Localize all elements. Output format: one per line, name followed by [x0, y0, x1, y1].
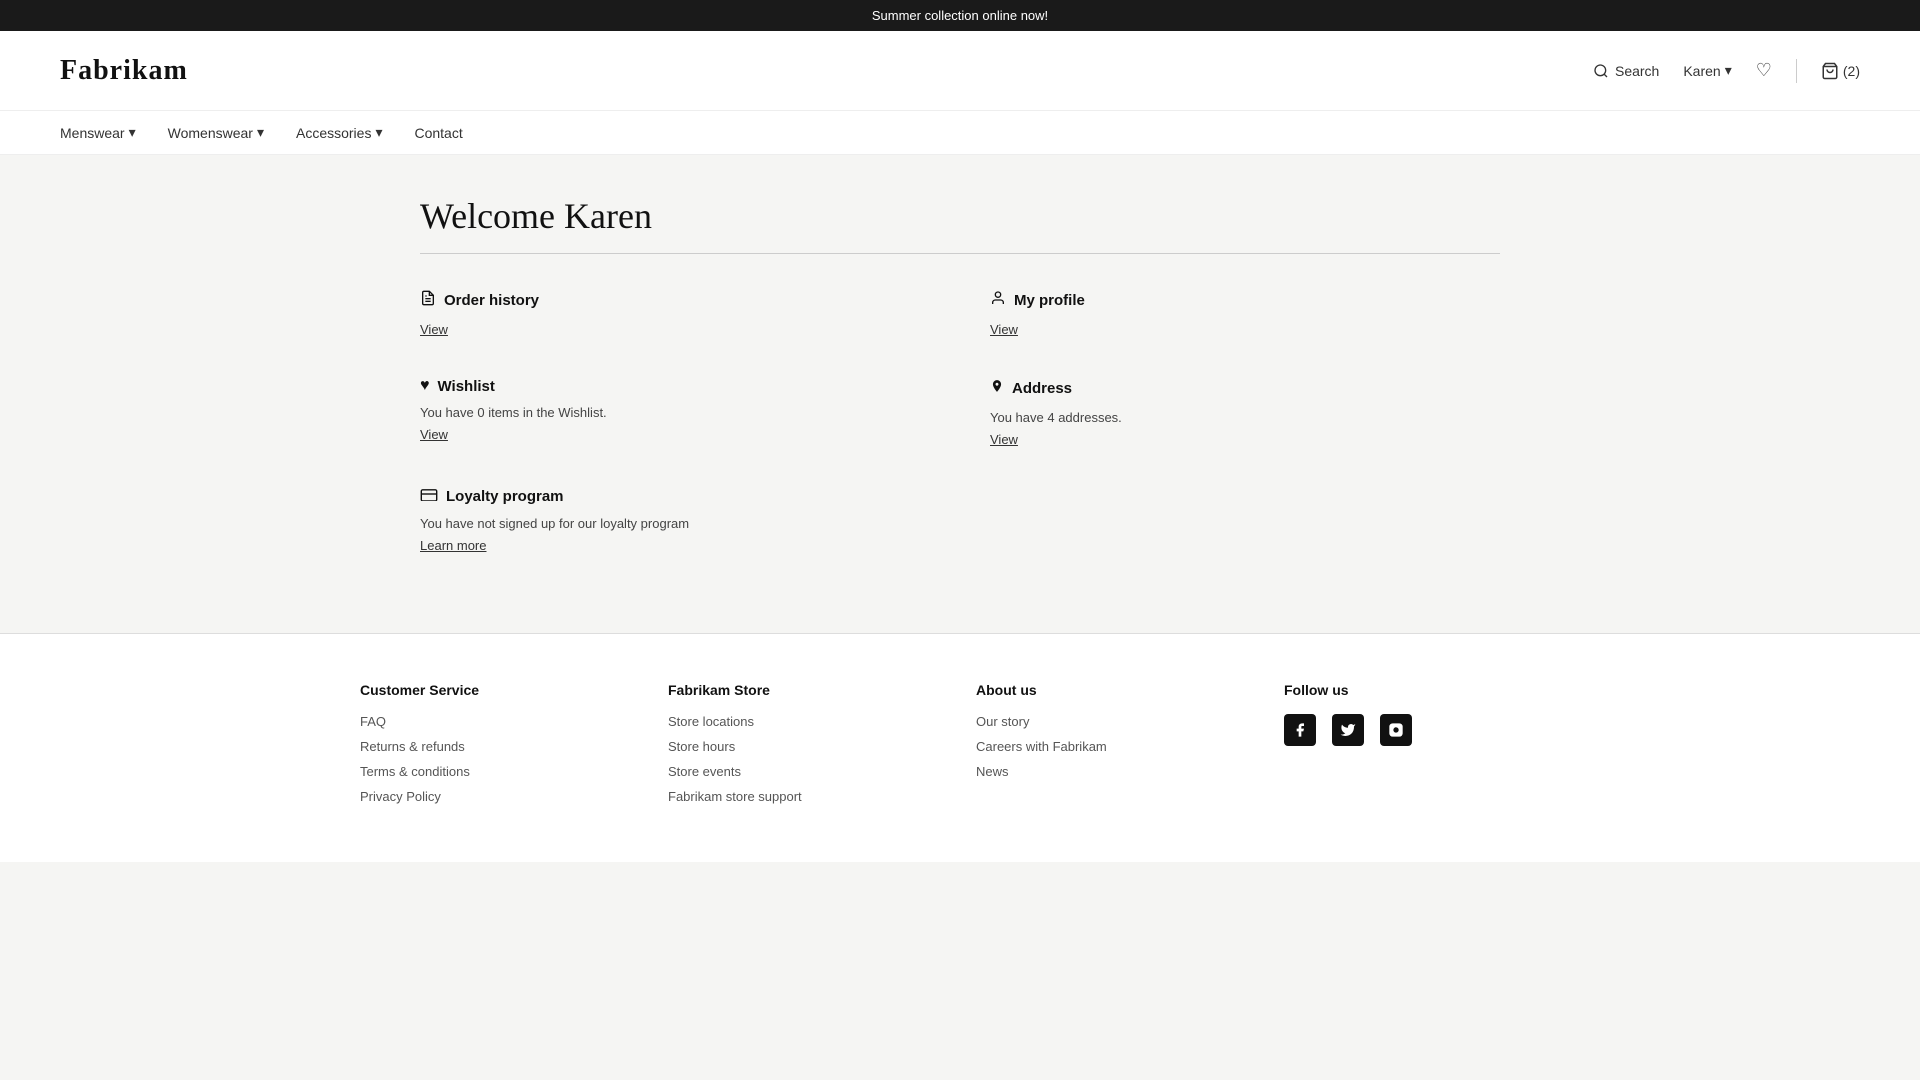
- footer-col-about-us: About us Our story Careers with Fabrikam…: [976, 682, 1252, 814]
- nav-label-accessories: Accessories: [296, 125, 371, 141]
- loyalty-icon: [420, 487, 438, 506]
- wishlist-title: Wishlist: [438, 378, 495, 395]
- footer-title-follow-us: Follow us: [1284, 682, 1560, 698]
- footer-title-fabrikam-store: Fabrikam Store: [668, 682, 944, 698]
- loyalty-learn-more-link[interactable]: Learn more: [420, 538, 486, 553]
- footer-col-fabrikam-store: Fabrikam Store Store locations Store hou…: [668, 682, 944, 814]
- profile-icon: [990, 290, 1006, 311]
- header-actions: Search Karen ▾ ♡ (2): [1593, 59, 1860, 83]
- footer-link-news[interactable]: News: [976, 764, 1252, 779]
- instagram-icon[interactable]: [1380, 714, 1412, 746]
- nav-item-womenswear[interactable]: Womenswear ▾: [168, 124, 264, 141]
- footer-link-careers[interactable]: Careers with Fabrikam: [976, 739, 1252, 754]
- footer-link-our-story[interactable]: Our story: [976, 714, 1252, 729]
- address-view-link[interactable]: View: [990, 432, 1018, 447]
- chevron-down-icon: ▾: [257, 124, 264, 141]
- nav-label-womenswear: Womenswear: [168, 125, 253, 141]
- footer-title-customer-service: Customer Service: [360, 682, 636, 698]
- footer-link-store-events[interactable]: Store events: [668, 764, 944, 779]
- footer-link-privacy[interactable]: Privacy Policy: [360, 789, 636, 804]
- user-menu-button[interactable]: Karen ▾: [1683, 62, 1731, 79]
- footer-col-customer-service: Customer Service FAQ Returns & refunds T…: [360, 682, 636, 814]
- nav-item-accessories[interactable]: Accessories ▾: [296, 124, 383, 141]
- my-profile-view-link[interactable]: View: [990, 322, 1018, 337]
- facebook-icon[interactable]: [1284, 714, 1316, 746]
- content-divider: [420, 253, 1500, 254]
- my-profile-heading: My profile: [990, 290, 1500, 311]
- main-nav: Menswear ▾ Womenswear ▾ Accessories ▾ Co…: [0, 111, 1920, 155]
- nav-label-contact: Contact: [414, 125, 462, 141]
- address-heading: Address: [990, 377, 1500, 400]
- footer-title-about-us: About us: [976, 682, 1252, 698]
- footer-link-returns[interactable]: Returns & refunds: [360, 739, 636, 754]
- top-banner: Summer collection online now!: [0, 0, 1920, 31]
- order-history-section: Order history View: [420, 290, 930, 337]
- header-divider: [1796, 59, 1797, 83]
- cart-button[interactable]: (2): [1821, 62, 1860, 80]
- chevron-down-icon: ▾: [1725, 62, 1732, 79]
- chevron-down-icon: ▾: [375, 124, 382, 141]
- user-name: Karen: [1683, 63, 1720, 79]
- nav-item-menswear[interactable]: Menswear ▾: [60, 124, 136, 141]
- search-label: Search: [1615, 63, 1659, 79]
- wishlist-description: You have 0 items in the Wishlist.: [420, 405, 930, 420]
- footer-link-store-support[interactable]: Fabrikam store support: [668, 789, 944, 804]
- loyalty-section: Loyalty program You have not signed up f…: [420, 487, 930, 553]
- search-icon: [1593, 63, 1609, 79]
- loyalty-heading: Loyalty program: [420, 487, 930, 506]
- footer: Customer Service FAQ Returns & refunds T…: [0, 633, 1920, 862]
- order-history-title: Order history: [444, 292, 539, 309]
- wishlist-view-link[interactable]: View: [420, 427, 448, 442]
- location-pin-icon: [990, 377, 1004, 400]
- order-history-icon: [420, 290, 436, 311]
- order-history-heading: Order history: [420, 290, 930, 311]
- wishlist-section: ♥ Wishlist You have 0 items in the Wishl…: [420, 377, 930, 447]
- order-history-view-link[interactable]: View: [420, 322, 448, 337]
- welcome-title: Welcome Karen: [420, 195, 1500, 237]
- banner-text: Summer collection online now!: [872, 8, 1048, 23]
- main-content: Welcome Karen Order history View: [360, 155, 1560, 633]
- search-button[interactable]: Search: [1593, 63, 1659, 79]
- my-profile-title: My profile: [1014, 292, 1085, 309]
- address-description: You have 4 addresses.: [990, 410, 1500, 425]
- chevron-down-icon: ▾: [129, 124, 136, 141]
- logo[interactable]: Fabrikam: [60, 55, 188, 87]
- nav-item-contact[interactable]: Contact: [414, 125, 462, 141]
- footer-link-terms[interactable]: Terms & conditions: [360, 764, 636, 779]
- loyalty-description: You have not signed up for our loyalty p…: [420, 516, 930, 531]
- heart-filled-icon: ♥: [420, 377, 430, 395]
- wishlist-heading: ♥ Wishlist: [420, 377, 930, 395]
- loyalty-title: Loyalty program: [446, 488, 564, 505]
- cart-count: (2): [1843, 63, 1860, 79]
- cart-icon: [1821, 62, 1839, 80]
- my-profile-section: My profile View: [990, 290, 1500, 337]
- header: Fabrikam Search Karen ▾ ♡ (2): [0, 31, 1920, 111]
- dashboard-grid: Order history View My profile View ♥ Wis…: [420, 290, 1500, 553]
- footer-link-faq[interactable]: FAQ: [360, 714, 636, 729]
- heart-icon: ♡: [1756, 60, 1772, 80]
- footer-grid: Customer Service FAQ Returns & refunds T…: [360, 682, 1560, 814]
- footer-col-follow-us: Follow us: [1284, 682, 1560, 814]
- twitter-icon[interactable]: [1332, 714, 1364, 746]
- footer-link-store-hours[interactable]: Store hours: [668, 739, 944, 754]
- address-section: Address You have 4 addresses. View: [990, 377, 1500, 447]
- footer-link-store-locations[interactable]: Store locations: [668, 714, 944, 729]
- wishlist-button[interactable]: ♡: [1756, 60, 1772, 81]
- nav-label-menswear: Menswear: [60, 125, 125, 141]
- address-title: Address: [1012, 380, 1072, 397]
- social-icons: [1284, 714, 1560, 746]
